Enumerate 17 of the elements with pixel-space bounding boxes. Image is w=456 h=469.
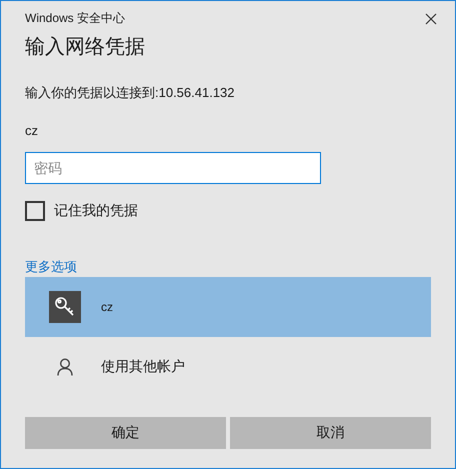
more-options-link[interactable]: 更多选项 (25, 257, 77, 276)
prompt-text: 输入你的凭据以连接到:10.56.41.132 (25, 84, 236, 102)
remember-label: 记住我的凭据 (54, 201, 138, 220)
key-icon (49, 290, 81, 322)
window-title: Windows 安全中心 (25, 10, 126, 27)
person-icon (57, 358, 73, 376)
account-label: cz (101, 298, 113, 316)
remember-checkbox[interactable] (25, 200, 45, 220)
close-icon (425, 13, 437, 25)
password-field[interactable]: 密码 (25, 152, 321, 184)
account-option[interactable]: cz (25, 276, 431, 336)
dialog-button[interactable]: 取消 (230, 416, 431, 448)
username-text: cz (25, 122, 39, 140)
dialog-heading: 输入网络凭据 (25, 35, 146, 60)
account-option[interactable]: 使用其他帐户 (25, 336, 431, 396)
account-label: 使用其他帐户 (101, 357, 185, 376)
dialog-button[interactable]: 确定 (25, 416, 226, 448)
